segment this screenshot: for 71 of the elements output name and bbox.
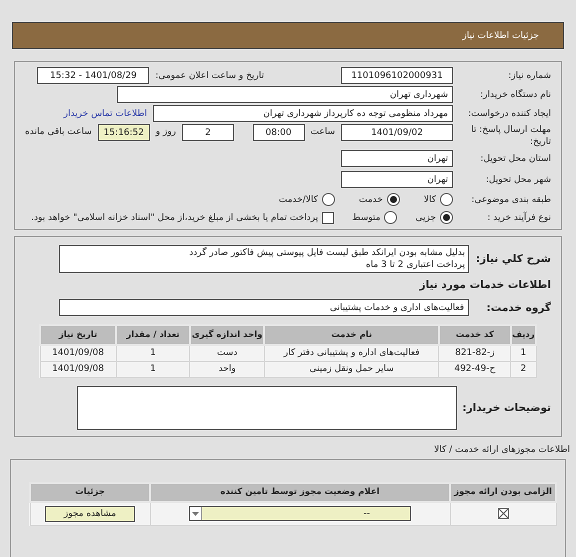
text-field[interactable]: تهران — [341, 150, 453, 167]
section-title: اطلاعات خدمات مورد نیاز — [418, 279, 551, 291]
text-field[interactable]: مهرداد منظومی توجه ده کارپرداز شهرداری تهران — [153, 105, 453, 122]
text-field[interactable]: تهران — [341, 171, 453, 188]
text-field[interactable]: فعالیت‌های اداری و خدمات پشتیبانی — [59, 299, 469, 316]
table-cell: دست — [190, 345, 264, 361]
table-cell: سایر حمل ونقل زمینی — [264, 361, 439, 377]
field-label: توضیحات خریدار: — [463, 402, 551, 414]
field-label: گروه خدمت: — [486, 302, 551, 314]
radio-button[interactable] — [440, 211, 453, 224]
table-cell: ح-49-492 — [438, 361, 511, 377]
field-label: طبقه بندی موضوعی: — [470, 194, 551, 206]
radio-label: خدمت — [358, 194, 383, 206]
select-value: -- — [364, 508, 370, 520]
section-title: اطلاعات مجوزهای ارائه خدمت / کالا — [433, 444, 570, 456]
description-line: بدلیل مشابه بودن ایرانکد طبق لیست فایل پیوستی پیش فاکتور صادر گردد — [188, 247, 465, 259]
radio-label: متوسط — [352, 212, 380, 224]
text-field[interactable]: 1401/09/02 — [341, 124, 453, 141]
field-label: شماره نیاز: — [507, 70, 551, 82]
description-line: پرداخت اعتباری 2 تا 3 ماه — [364, 259, 465, 271]
field-label: ساعت باقی مانده — [25, 126, 92, 138]
checkbox-label: پرداخت تمام یا بخشی از مبلغ خرید،از محل "اسناد خزانه اسلامی" خواهد بود. — [31, 212, 318, 224]
column-header: نام خدمت — [264, 325, 439, 345]
radio-button[interactable] — [384, 211, 398, 224]
field-label: تاریخ و ساعت اعلان عمومی: — [155, 70, 264, 82]
radio-label: جزیی — [415, 212, 436, 224]
table-cell: 1 — [510, 345, 536, 361]
buyer-notes-box[interactable] — [77, 386, 457, 430]
field-label: نام دستگاه خریدار: — [479, 88, 551, 100]
field-label: نوع فرآیند خرید : — [486, 212, 551, 224]
table-cell: 2 — [510, 361, 536, 377]
buyer-contact-link[interactable]: اطلاعات تماس خریدار — [64, 108, 147, 120]
field-label: شرح کلي نياز: — [474, 253, 551, 265]
column-header: اعلام وضعیت مجوز توسط تامین کننده — [150, 482, 450, 502]
text-field[interactable]: شهرداری تهران — [117, 86, 453, 103]
column-header: جزئیات — [30, 482, 150, 502]
column-header: تعداد / مقدار — [116, 325, 190, 345]
text-field[interactable]: 2 — [182, 124, 234, 141]
page-header: جزئیات اطلاعات نیاز — [12, 22, 564, 49]
text-field[interactable]: 1401/08/29 - 15:32 — [37, 67, 150, 84]
field-label: استان محل تحویل: — [479, 152, 551, 164]
text-field[interactable]: 1101096102000931 — [341, 67, 453, 84]
column-header: ردیف — [510, 325, 536, 345]
field-label: مهلت ارسال پاسخ: تا تاریخ: — [470, 124, 551, 148]
column-header: الزامی بودن ارائه مجوز — [450, 482, 556, 502]
table-cell: واحد — [190, 361, 264, 377]
text-field[interactable]: 15:16:52 — [98, 124, 150, 141]
required-checkbox[interactable] — [498, 508, 508, 520]
status-select[interactable]: -- — [189, 506, 411, 522]
table-cell: 1 — [116, 345, 190, 361]
column-header: کد خدمت — [438, 325, 511, 345]
text-field[interactable]: 08:00 — [252, 124, 304, 141]
table-cell: 1401/09/08 — [40, 345, 116, 361]
radio-button[interactable] — [440, 193, 453, 206]
view-permit-button[interactable]: مشاهده مجوز — [45, 506, 135, 522]
table-cell: ز-82-821 — [438, 345, 511, 361]
radio-button[interactable] — [322, 193, 335, 206]
table-cell: 1 — [116, 361, 190, 377]
radio-label: کالا — [424, 194, 436, 206]
field-label: روز و — [156, 126, 176, 138]
column-header: واحد اندازه گیری — [190, 325, 264, 345]
field-label: ایجاد کننده درخواست: — [467, 108, 551, 120]
radio-label: کالا/خدمت — [278, 194, 318, 206]
checkbox[interactable] — [322, 212, 334, 224]
description-box[interactable]: بدلیل مشابه بودن ایرانکد طبق لیست فایل پیوستی پیش فاکتور صادر گردد پرداخت اعتباری 2 تا 3 ماه — [59, 245, 469, 273]
field-label: ساعت — [310, 126, 335, 138]
table-cell: فعالیت‌های اداره و پشتیبانی دفتر کار — [264, 345, 439, 361]
field-label: شهر محل تحویل: — [484, 174, 551, 186]
column-header: تاریخ نیاز — [40, 325, 116, 345]
table-cell: 1401/09/08 — [40, 361, 116, 377]
radio-button[interactable] — [386, 193, 400, 206]
